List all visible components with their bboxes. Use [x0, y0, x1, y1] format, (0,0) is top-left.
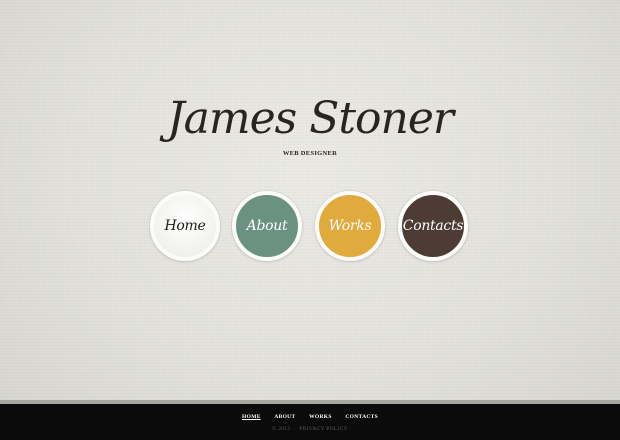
footer-link-home[interactable]: HOME — [242, 414, 261, 420]
nav-label-about: About — [246, 218, 288, 234]
nav-label-works: Works — [328, 218, 372, 234]
main-navigation: Home About Works Contacts — [0, 0, 620, 403]
copyright-text: © 2012 — [272, 426, 291, 432]
footer-link-about[interactable]: ABOUT — [274, 414, 295, 420]
nav-button-contacts[interactable]: Contacts — [398, 191, 468, 261]
footer-link-works[interactable]: WORKS — [309, 414, 332, 420]
footer: HOME ABOUT WORKS CONTACTS © 2012 · PRIVA… — [0, 404, 620, 440]
footer-copyright: © 2012 · PRIVACY POLICY — [0, 426, 620, 432]
nav-button-home[interactable]: Home — [150, 191, 220, 261]
nav-button-works[interactable]: Works — [315, 191, 385, 261]
footer-link-contacts[interactable]: CONTACTS — [345, 414, 378, 420]
nav-label-home: Home — [164, 218, 206, 234]
copyright-separator: · — [292, 426, 298, 432]
nav-button-about[interactable]: About — [232, 191, 302, 261]
privacy-policy-link[interactable]: PRIVACY POLICY — [299, 426, 348, 432]
footer-navigation: HOME ABOUT WORKS CONTACTS — [0, 414, 620, 420]
nav-label-contacts: Contacts — [402, 218, 464, 234]
